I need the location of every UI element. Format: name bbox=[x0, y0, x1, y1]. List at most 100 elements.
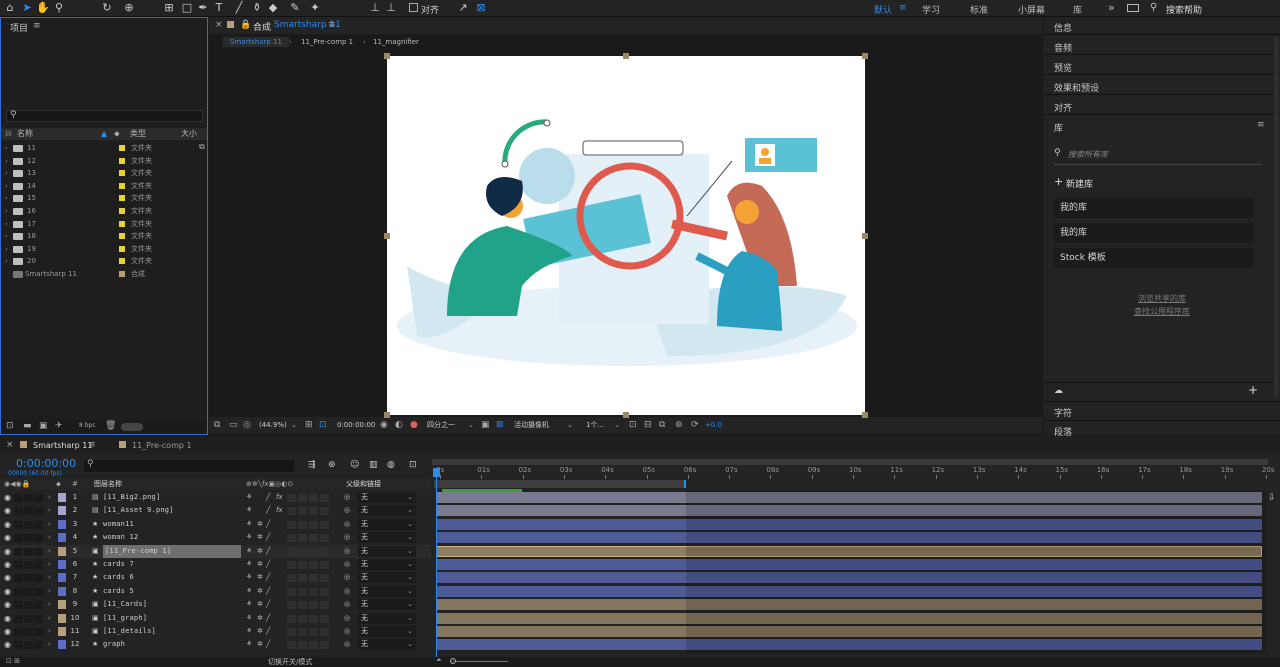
solo-toggle[interactable] bbox=[24, 587, 33, 596]
solo-toggle[interactable] bbox=[24, 628, 33, 636]
chevron-down-icon[interactable]: ⌄ bbox=[567, 417, 573, 434]
lock-toggle[interactable] bbox=[34, 547, 43, 556]
tab-menu-icon[interactable]: ≡ bbox=[88, 440, 96, 450]
visibility-eye-icon[interactable]: ◉ bbox=[4, 638, 11, 651]
selection-tool-icon[interactable]: ➤ bbox=[20, 1, 34, 15]
3d-layer-switch[interactable] bbox=[320, 520, 329, 529]
chevron-right-icon[interactable]: › bbox=[5, 167, 8, 179]
snap-target-icon[interactable]: ⊠ bbox=[474, 1, 488, 15]
adjustment-switch[interactable] bbox=[309, 547, 318, 556]
layer-label-color[interactable] bbox=[58, 640, 66, 650]
chevron-right-icon[interactable]: › bbox=[5, 243, 8, 255]
adjustment-switch[interactable] bbox=[309, 494, 318, 502]
transform-handle[interactable] bbox=[862, 53, 868, 59]
pick-whip-icon[interactable]: ◎ bbox=[344, 545, 350, 558]
layer-name[interactable]: [11_details] bbox=[103, 625, 156, 638]
browse-shared-libraries-link[interactable]: 浏览共享的库 bbox=[1044, 293, 1280, 304]
workspace-standard[interactable]: 标准 bbox=[970, 3, 988, 16]
collapse-switch-icon[interactable]: ✲ bbox=[257, 612, 263, 625]
project-item[interactable]: › 11 文件夹 bbox=[3, 142, 207, 155]
collapse-switch-icon[interactable]: ✲ bbox=[257, 598, 263, 611]
work-area-bar[interactable] bbox=[434, 480, 685, 488]
right-scrollbar[interactable] bbox=[1274, 37, 1279, 397]
comp-flowchart-icon[interactable]: ⇶ bbox=[308, 460, 316, 470]
3d-layer-switch[interactable] bbox=[320, 561, 329, 569]
quality-switch-icon[interactable]: ╱ bbox=[266, 612, 270, 625]
project-item[interactable]: › 15 文件夹 bbox=[3, 192, 207, 205]
audio-toggle[interactable] bbox=[14, 507, 23, 516]
adjustment-switch[interactable] bbox=[309, 574, 318, 583]
parent-select[interactable]: 无 ⌄ bbox=[358, 532, 416, 544]
motion-blur-switch[interactable] bbox=[298, 641, 307, 650]
adjustment-switch[interactable] bbox=[309, 628, 318, 636]
lock-toggle[interactable] bbox=[34, 534, 43, 543]
layer-label-color[interactable] bbox=[58, 613, 66, 623]
library-search-input[interactable]: ⚲ 搜索所有库 bbox=[1054, 145, 1262, 165]
layer-label-color[interactable] bbox=[58, 506, 66, 516]
3d-layer-switch[interactable] bbox=[320, 547, 329, 556]
shy-switch-icon[interactable]: ⚘ bbox=[246, 491, 252, 504]
roto-brush-tool-icon[interactable]: ✎ bbox=[288, 1, 302, 15]
layer-label-color[interactable] bbox=[58, 560, 66, 569]
3d-layer-switch[interactable] bbox=[320, 614, 329, 623]
layer-name[interactable]: [11_Asset 9.png] bbox=[103, 504, 174, 517]
shy-switch-icon[interactable]: ⚘ bbox=[246, 585, 252, 598]
motion-blur-switch[interactable] bbox=[298, 601, 307, 610]
frame-blend-switch[interactable] bbox=[287, 534, 296, 543]
effect-switch-icon[interactable]: fx bbox=[276, 504, 283, 517]
shy-switch-icon[interactable]: ⚘ bbox=[246, 571, 252, 584]
layer-label-color[interactable] bbox=[58, 573, 66, 583]
puppet-tool-icon[interactable]: ✦ bbox=[308, 1, 322, 15]
parent-select[interactable]: 无 ⌄ bbox=[358, 518, 416, 530]
lock-toggle[interactable] bbox=[34, 587, 43, 596]
column-size[interactable]: 大小 bbox=[181, 128, 197, 140]
transform-handle[interactable] bbox=[384, 412, 390, 418]
column-layer-name[interactable]: 图层名称 bbox=[94, 479, 122, 490]
visibility-eye-icon[interactable]: ◉ bbox=[4, 598, 11, 611]
motion-blur-switch[interactable] bbox=[298, 587, 307, 596]
panel-audio[interactable]: 音频 bbox=[1054, 41, 1072, 54]
resolution-select[interactable]: 四分之一 bbox=[427, 417, 455, 434]
visibility-eye-icon[interactable]: ◉ bbox=[4, 504, 11, 517]
layer-row[interactable]: ◉ › 4 ★ woman 12 ⚘ ✲ ╱ ◎ 无 ⌄ bbox=[0, 531, 431, 544]
parent-select[interactable]: 无 ⌄ bbox=[358, 505, 416, 517]
transform-handle[interactable] bbox=[862, 233, 868, 239]
visibility-eye-icon[interactable]: ◉ bbox=[4, 518, 11, 531]
audio-toggle[interactable] bbox=[14, 534, 23, 543]
workspace-libraries[interactable]: 库 bbox=[1073, 3, 1082, 16]
rotate-tool-icon[interactable]: ↻ bbox=[100, 1, 114, 15]
toggle-switches-modes[interactable]: 切换开关/模式 bbox=[268, 657, 312, 667]
region-of-interest-icon[interactable]: ▣ bbox=[481, 417, 490, 434]
project-item[interactable]: › 17 文件夹 bbox=[3, 218, 207, 231]
pick-whip-icon[interactable]: ◎ bbox=[344, 612, 350, 625]
shy-switch-icon[interactable]: ⚘ bbox=[246, 625, 252, 638]
audio-toggle[interactable] bbox=[14, 494, 23, 502]
show-snapshot-icon[interactable]: ◐ bbox=[395, 417, 403, 434]
lock-toggle[interactable] bbox=[34, 641, 43, 650]
layer-row[interactable]: ◉ › 12 ★ graph ⚘ ✲ ╱ ◎ 无 ⌄ bbox=[0, 638, 431, 651]
shy-layers-icon[interactable]: ☺ bbox=[350, 460, 359, 470]
audio-toggle[interactable] bbox=[14, 520, 23, 529]
frame-blending-icon[interactable]: ▥ bbox=[369, 460, 378, 470]
3d-layer-switch[interactable] bbox=[320, 574, 329, 583]
quality-switch-icon[interactable]: ╱ bbox=[266, 571, 270, 584]
library-item[interactable]: Stock 模板 bbox=[1054, 248, 1254, 268]
frame-blend-switch[interactable] bbox=[287, 520, 296, 529]
parent-select[interactable]: 无 ⌄ bbox=[358, 492, 416, 503]
motion-blur-switch[interactable] bbox=[298, 534, 307, 543]
layer-name[interactable]: woman11 bbox=[103, 518, 134, 531]
layer-name[interactable]: [11_Cards] bbox=[103, 598, 147, 611]
shy-switch-icon[interactable]: ⚘ bbox=[246, 612, 252, 625]
shy-switch-icon[interactable]: ⚘ bbox=[246, 531, 252, 544]
layer-label-color[interactable] bbox=[58, 546, 66, 556]
visibility-eye-icon[interactable]: ◉ bbox=[4, 558, 11, 571]
reset-exposure-icon[interactable]: ⟳ bbox=[691, 417, 699, 434]
adjustment-switch[interactable] bbox=[309, 520, 318, 529]
home-icon[interactable]: ⌂ bbox=[3, 1, 17, 15]
frame-blend-switch[interactable] bbox=[287, 628, 296, 636]
motion-blur-icon[interactable]: ◍ bbox=[387, 460, 395, 470]
frame-blend-switch[interactable] bbox=[287, 641, 296, 650]
layer-label-color[interactable] bbox=[58, 493, 66, 502]
layer-row[interactable]: ◉ › 9 ▣ [11_Cards] ⚘ ✲ ╱ ◎ 无 ⌄ bbox=[0, 598, 431, 611]
panel-align[interactable]: 对齐 bbox=[1054, 101, 1072, 114]
